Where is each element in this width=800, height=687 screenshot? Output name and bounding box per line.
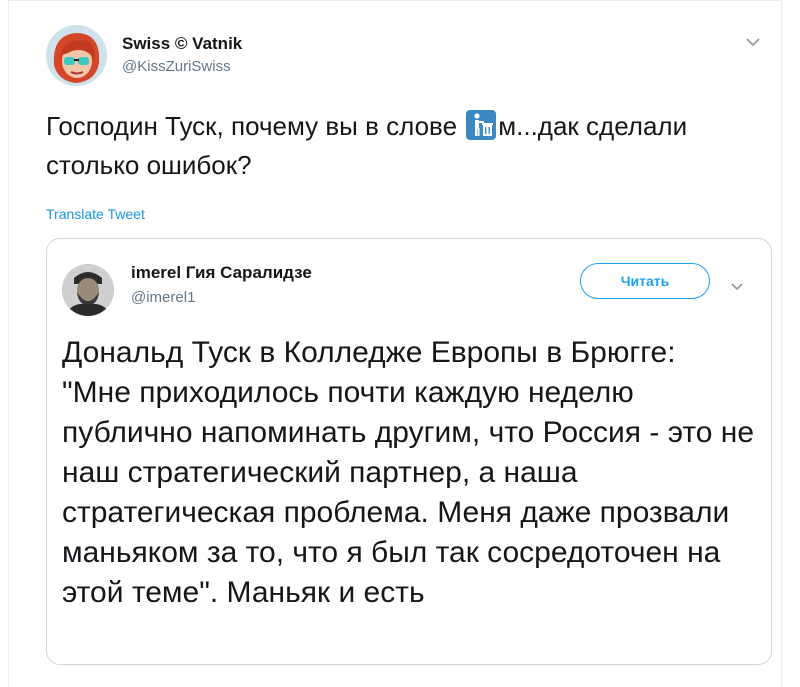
chevron-down-icon[interactable]: [728, 277, 746, 295]
litter-in-bin-sign-emoji: [466, 110, 497, 140]
translate-tweet-link[interactable]: Translate Tweet: [46, 206, 145, 222]
quoted-avatar[interactable]: [62, 264, 114, 316]
quoted-display-name[interactable]: imerel Гия Саралидзе: [131, 263, 312, 283]
chevron-down-icon[interactable]: [744, 33, 762, 51]
tweet-card: Swiss © Vatnik @KissZuriSwiss Господин Т…: [8, 0, 782, 687]
username[interactable]: @KissZuriSwiss: [122, 58, 231, 75]
follow-button[interactable]: Читать: [580, 263, 710, 299]
quoted-username[interactable]: @imerel1: [131, 289, 195, 306]
quoted-tweet-text: Дональд Туск в Колледже Европы в Брюгге:…: [62, 336, 755, 609]
avatar[interactable]: [46, 25, 107, 86]
tweet-text-before: Господин Туск, почему вы в слове: [46, 111, 465, 141]
tweet-text: Господин Туск, почему вы в слове м...дак…: [46, 107, 766, 185]
display-name[interactable]: Swiss © Vatnik: [122, 34, 242, 54]
quoted-tweet[interactable]: imerel Гия Саралидзе @imerel1 Читать Дон…: [46, 238, 772, 665]
